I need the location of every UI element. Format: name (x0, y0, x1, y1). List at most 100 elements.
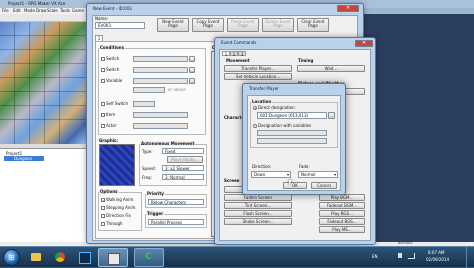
type-select[interactable]: Fixed (162, 148, 204, 154)
event-name-label: Name: (95, 16, 109, 21)
stepping-anim-label: Stepping Anim. (106, 205, 137, 210)
cmd-tab-2[interactable]: 2 (230, 51, 238, 57)
speaker-icon[interactable] (398, 253, 402, 258)
condition-switch2-select[interactable] (133, 67, 188, 73)
condition-switch1-select[interactable] (133, 56, 188, 62)
shake-screen-button[interactable]: Shake Screen... (224, 218, 292, 225)
menu-file[interactable]: File (2, 8, 9, 13)
direction-fix-label: Direction Fix (106, 213, 131, 218)
direct-location-browse[interactable]: … (328, 112, 335, 119)
condition-item-select[interactable] (133, 112, 188, 118)
menu-mode[interactable]: Mode (24, 8, 35, 13)
editor-title: Project1 - RPG Maker VX Ace (8, 1, 66, 6)
taskbar-app-photoshop[interactable] (74, 249, 94, 266)
direct-location-field[interactable]: 001:Dungeon (013,013) (257, 112, 327, 119)
location-title: Location (251, 99, 273, 104)
copy-event-page-button[interactable]: Copy Event Page (192, 18, 224, 32)
through-label: Through (106, 221, 123, 226)
variable-map-field[interactable] (257, 130, 327, 136)
paste-event-page-button[interactable]: Paste Event Page (227, 18, 259, 32)
condition-variable-checkbox[interactable] (101, 79, 105, 83)
event-commands-close-button[interactable]: ✕ (355, 40, 373, 47)
condition-switch1-label: Switch (106, 56, 120, 61)
through-checkbox[interactable] (101, 222, 105, 226)
taskbar-app-chrome[interactable] (50, 249, 70, 266)
fadein-screen-button[interactable]: Fadein Screen (224, 194, 292, 201)
transfer-player-button[interactable]: Transfer Player... (224, 65, 292, 72)
condition-actor-select[interactable] (133, 123, 188, 129)
graphic-preview[interactable] (99, 144, 135, 186)
trigger-title: Trigger (146, 211, 165, 216)
cmd-tab-3[interactable]: 3 (238, 51, 246, 57)
taskbar-app-explorer[interactable] (26, 249, 46, 266)
camtasia-icon: C (145, 252, 152, 262)
network-icon[interactable] (408, 253, 415, 259)
tree-dungeon-row[interactable]: Dungeon (4, 156, 44, 161)
speed-select[interactable]: 3: x2 Slower (162, 165, 204, 171)
walking-anim-checkbox[interactable]: ✓ (101, 198, 105, 203)
language-indicator[interactable]: EN (372, 254, 378, 259)
type-label: Type: (142, 149, 153, 154)
condition-switch2-checkbox[interactable] (101, 68, 105, 72)
condition-variable-select[interactable] (133, 78, 188, 84)
freq-select[interactable]: 3: Normal (162, 174, 204, 180)
menu-game[interactable]: Game (72, 8, 84, 13)
condition-actor-label: Actor (106, 123, 117, 128)
wait-button[interactable]: Wait... (297, 65, 365, 72)
condition-switch2-browse[interactable]: … (189, 67, 195, 73)
flash-screen-button[interactable]: Flash Screen... (224, 210, 292, 217)
fade-chevron-down-icon: ▾ (333, 172, 336, 177)
taskbar-app-rpgmaker[interactable] (98, 248, 128, 267)
event-window-close-button[interactable]: ✕ (337, 5, 359, 12)
play-bgs-button[interactable]: Play BGS... (319, 210, 365, 217)
direct-designation-label: Direct designation (258, 105, 295, 110)
condition-selfswitch-select[interactable] (133, 101, 155, 107)
speed-label: Speed: (142, 166, 156, 171)
editor-toolbar (0, 14, 90, 22)
transfer-ok-button[interactable]: OK (283, 182, 307, 189)
transfer-player-title: Transfer Player (249, 86, 279, 91)
set-vehicle-location-button[interactable]: Set Vehicle Location... (224, 73, 292, 80)
taskbar-app-camtasia[interactable]: C (134, 248, 164, 267)
condition-variable-value[interactable] (133, 87, 165, 93)
condition-switch1-browse[interactable]: … (189, 56, 195, 62)
condition-actor-checkbox[interactable] (101, 124, 105, 128)
trigger-select[interactable]: Parallel Process (148, 219, 204, 225)
event-name-field[interactable]: EV003 (95, 22, 145, 29)
transfer-cancel-button[interactable]: Cancel (311, 182, 337, 189)
stepping-anim-checkbox[interactable] (101, 206, 105, 210)
variable-designation-radio[interactable] (253, 124, 257, 128)
menu-draw[interactable]: Draw (36, 8, 46, 13)
play-me-button[interactable]: Play ME... (319, 226, 365, 233)
direct-designation-radio[interactable] (253, 106, 257, 110)
direction-select[interactable]: Down ▾ (251, 171, 291, 178)
fade-select[interactable]: Normal ▾ (298, 171, 338, 178)
clock-time[interactable]: 8:07 AM (428, 250, 444, 255)
clear-event-page-button[interactable]: Clear Event Page (297, 18, 329, 32)
condition-switch1-checkbox[interactable] (101, 57, 105, 61)
clock-date[interactable]: 02/09/2014 (426, 257, 449, 262)
variable-xy-field[interactable] (257, 138, 327, 144)
fadeout-bgm-button[interactable]: Fadeout BGM... (319, 202, 365, 209)
cmd-tab-1[interactable]: 1 (222, 51, 230, 57)
menu-edit[interactable]: Edit (13, 8, 21, 13)
menu-tools[interactable]: Tools (60, 8, 70, 13)
condition-item-checkbox[interactable] (101, 113, 105, 117)
start-button[interactable]: ⊞ (3, 249, 20, 266)
fadeout-bgs-button[interactable]: Fadeout BGS... (319, 218, 365, 225)
tint-screen-button[interactable]: Tint Screen... (224, 202, 292, 209)
direction-fix-checkbox[interactable] (101, 214, 105, 218)
condition-variable-browse[interactable]: … (189, 78, 195, 84)
menu-scale[interactable]: Scale (47, 8, 58, 13)
delete-event-page-button[interactable]: Delete Event Page (262, 18, 294, 32)
new-event-page-button[interactable]: New Event Page (157, 18, 189, 32)
condition-selfswitch-checkbox[interactable] (101, 102, 105, 106)
options-title: Options (99, 189, 119, 194)
priority-select[interactable]: Below Characters (148, 199, 204, 205)
move-route-button[interactable]: Move Route... (167, 156, 203, 163)
show-desktop-button[interactable] (466, 247, 474, 268)
taskbar: ⊞ C EN 8:07 AM 02/09/2014 (0, 246, 474, 268)
tileset-palette[interactable] (0, 22, 86, 144)
mouse-cursor-icon (289, 180, 292, 185)
play-bgm-button[interactable]: Play BGM... (319, 194, 365, 201)
